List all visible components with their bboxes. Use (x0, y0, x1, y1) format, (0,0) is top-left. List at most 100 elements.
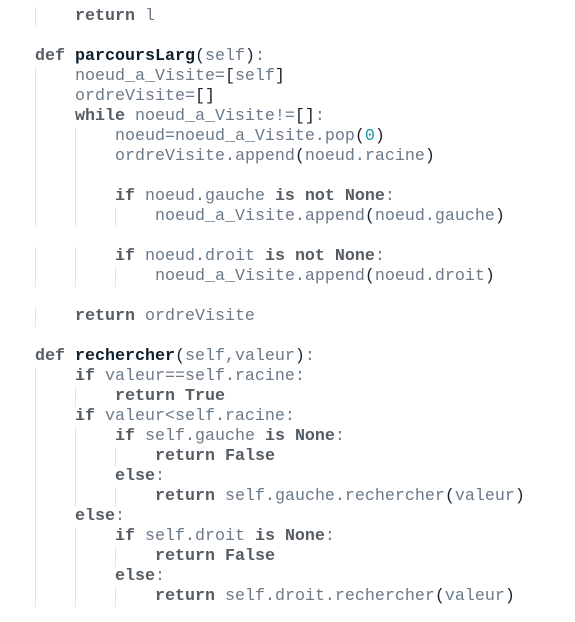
code-text: def rechercher(self,valeur): (35, 347, 315, 367)
indent-guide (75, 547, 76, 567)
code-line: def parcoursLarg(self): (0, 47, 575, 67)
indent-guide (75, 147, 76, 167)
indent-guide (75, 387, 76, 407)
code-token: noeud.gauche (135, 187, 275, 206)
code-text: def parcoursLarg(self): (35, 47, 265, 67)
code-text: while noeud_a_Visite!=[]: (75, 107, 325, 127)
code-token: if (115, 187, 135, 206)
indent-guide (75, 587, 76, 607)
indent-guide (35, 107, 36, 127)
code-token: self.gauche.rechercher (214, 487, 445, 506)
code-token: return False (155, 447, 275, 466)
indent-guide (75, 187, 76, 207)
code-token: if (75, 407, 95, 426)
code-editor[interactable]: return l def parcoursLarg(self): noeud_a_V… (0, 7, 575, 607)
code-token: 0 (364, 127, 375, 146)
code-token: ) (514, 487, 525, 506)
code-token: ( (364, 267, 375, 286)
indent-guide (35, 187, 36, 207)
code-token: noeud=noeud_a_Visite.pop (115, 127, 355, 146)
code-token: ) (374, 127, 385, 146)
indent-guide (75, 447, 76, 467)
code-token: is not None (264, 247, 375, 266)
code-token: ( (294, 147, 305, 166)
code-token: noeud_a_Visite.append (155, 267, 365, 286)
indent-guide (35, 527, 36, 547)
code-text: return False (155, 447, 275, 467)
code-line: if self.gauche is None: (0, 427, 575, 447)
code-text: return self.droit.rechercher(valeur) (155, 587, 515, 607)
blank-line (0, 167, 575, 187)
code-token: valeur (444, 587, 505, 606)
code-token: ( (174, 347, 185, 366)
indent-guide (75, 467, 76, 487)
code-text: noeud_a_Visite=[self] (75, 67, 285, 87)
code-text: if noeud.gauche is not None: (115, 187, 395, 207)
code-line: if noeud.gauche is not None: (0, 187, 575, 207)
indent-guide (35, 507, 36, 527)
code-token: if (75, 367, 95, 386)
code-token: parcoursLarg (75, 47, 195, 66)
code-line: return False (0, 547, 575, 567)
indent-guide (35, 87, 36, 107)
code-token: if (115, 247, 135, 266)
code-token: ) (494, 207, 505, 226)
code-token: self,valeur (184, 347, 295, 366)
code-token: ) (484, 267, 495, 286)
indent-guide (115, 267, 116, 287)
code-text: ordreVisite=[] (75, 87, 215, 107)
code-token: ) (424, 147, 435, 166)
code-text: noeud_a_Visite.append(noeud.droit) (155, 267, 495, 287)
code-token: else (115, 467, 155, 486)
code-line: else: (0, 467, 575, 487)
code-token: valeur<self.racine: (95, 407, 295, 426)
code-line: return self.gauche.rechercher(valeur) (0, 487, 575, 507)
code-token: is None (264, 427, 335, 446)
code-text: noeud=noeud_a_Visite.pop(0) (115, 127, 385, 147)
code-text: else: (115, 567, 165, 587)
indent-guide (35, 367, 36, 387)
code-token: valeur (454, 487, 515, 506)
indent-guide (35, 447, 36, 467)
code-token: def (35, 347, 65, 366)
code-text: if valeur<self.racine: (75, 407, 295, 427)
indent-guide (35, 387, 36, 407)
indent-guide (35, 307, 36, 327)
code-line: if valeur<self.racine: (0, 407, 575, 427)
code-token: is not None (274, 187, 385, 206)
code-token: ] (274, 67, 285, 86)
code-token: ( (194, 47, 205, 66)
indent-guide (35, 547, 36, 567)
code-token: is None (254, 527, 325, 546)
code-token: : (314, 107, 325, 126)
code-token: self (234, 67, 275, 86)
indent-guide (35, 147, 36, 167)
indent-guide (115, 547, 116, 567)
code-token: self (204, 47, 245, 66)
code-token: : (324, 527, 335, 546)
indent-guide (115, 207, 116, 227)
code-token: return (155, 587, 215, 606)
code-token: ( (444, 487, 455, 506)
code-token: ( (354, 127, 365, 146)
indent-guide (75, 127, 76, 147)
code-token: return (155, 487, 215, 506)
code-token: ) (504, 587, 515, 606)
code-token: [] (294, 107, 315, 126)
code-token: return False (155, 547, 275, 566)
indent-guide (35, 467, 36, 487)
code-line: noeud_a_Visite=[self] (0, 67, 575, 87)
code-token: ( (434, 587, 445, 606)
code-token: if (115, 527, 135, 546)
indent-guide (115, 487, 116, 507)
code-line: return self.droit.rechercher(valeur) (0, 587, 575, 607)
code-token: noeud_a_Visite!= (124, 107, 295, 126)
code-token: : (154, 567, 165, 586)
code-token: [] (194, 87, 215, 106)
indent-guide (115, 587, 116, 607)
code-token: return True (115, 387, 225, 406)
indent-guide (35, 567, 36, 587)
